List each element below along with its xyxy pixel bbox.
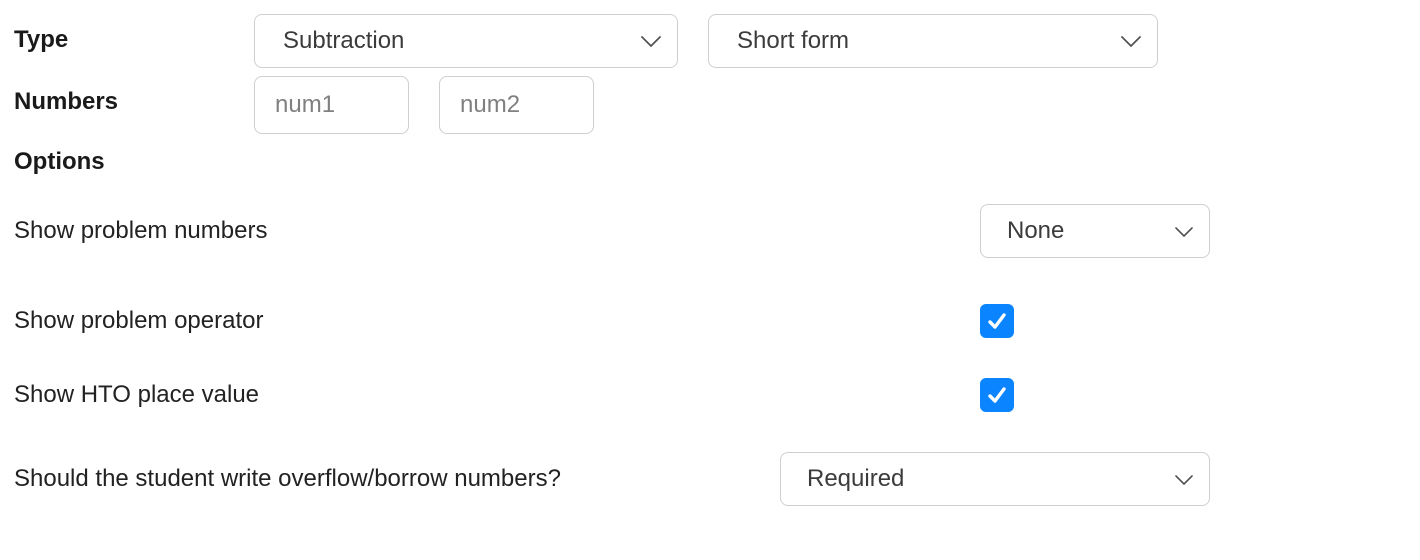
type-controls: Subtraction Short form <box>254 14 1158 68</box>
option-show-hto-control <box>980 378 1210 412</box>
option-show-problem-operator-label: Show problem operator <box>14 307 263 335</box>
overflow-borrow-value: Required <box>807 465 904 493</box>
form-select[interactable]: Short form <box>708 14 1158 68</box>
option-show-problem-operator-control <box>980 304 1210 338</box>
chevron-down-icon <box>641 27 661 55</box>
options-heading: Options <box>14 148 1406 176</box>
num1-input[interactable] <box>254 76 409 134</box>
option-show-hto-label: Show HTO place value <box>14 381 259 409</box>
numbers-row: Numbers <box>14 76 1406 134</box>
num2-input[interactable] <box>439 76 594 134</box>
type-select-value: Subtraction <box>283 27 404 55</box>
show-problem-numbers-select[interactable]: None <box>980 204 1210 258</box>
option-show-problem-operator-row: Show problem operator <box>14 304 1210 338</box>
type-row: Type Subtraction Short form <box>14 14 1406 68</box>
option-show-hto-row: Show HTO place value <box>14 378 1210 412</box>
option-show-problem-numbers-control: None <box>980 204 1210 258</box>
show-problem-numbers-value: None <box>1007 217 1064 245</box>
form-select-value: Short form <box>737 27 849 55</box>
option-overflow-borrow-control: Required <box>780 452 1210 506</box>
show-hto-checkbox[interactable] <box>980 378 1014 412</box>
chevron-down-icon <box>1175 217 1193 245</box>
option-overflow-borrow-row: Should the student write overflow/borrow… <box>14 452 1210 506</box>
numbers-controls <box>254 76 594 134</box>
show-problem-operator-checkbox[interactable] <box>980 304 1014 338</box>
option-show-problem-numbers-label: Show problem numbers <box>14 217 267 245</box>
chevron-down-icon <box>1175 465 1193 493</box>
type-select[interactable]: Subtraction <box>254 14 678 68</box>
type-label: Type <box>14 14 254 54</box>
option-overflow-borrow-label: Should the student write overflow/borrow… <box>14 465 561 493</box>
numbers-label: Numbers <box>14 76 254 116</box>
overflow-borrow-select[interactable]: Required <box>780 452 1210 506</box>
option-show-problem-numbers-row: Show problem numbers None <box>14 204 1210 258</box>
chevron-down-icon <box>1121 27 1141 55</box>
